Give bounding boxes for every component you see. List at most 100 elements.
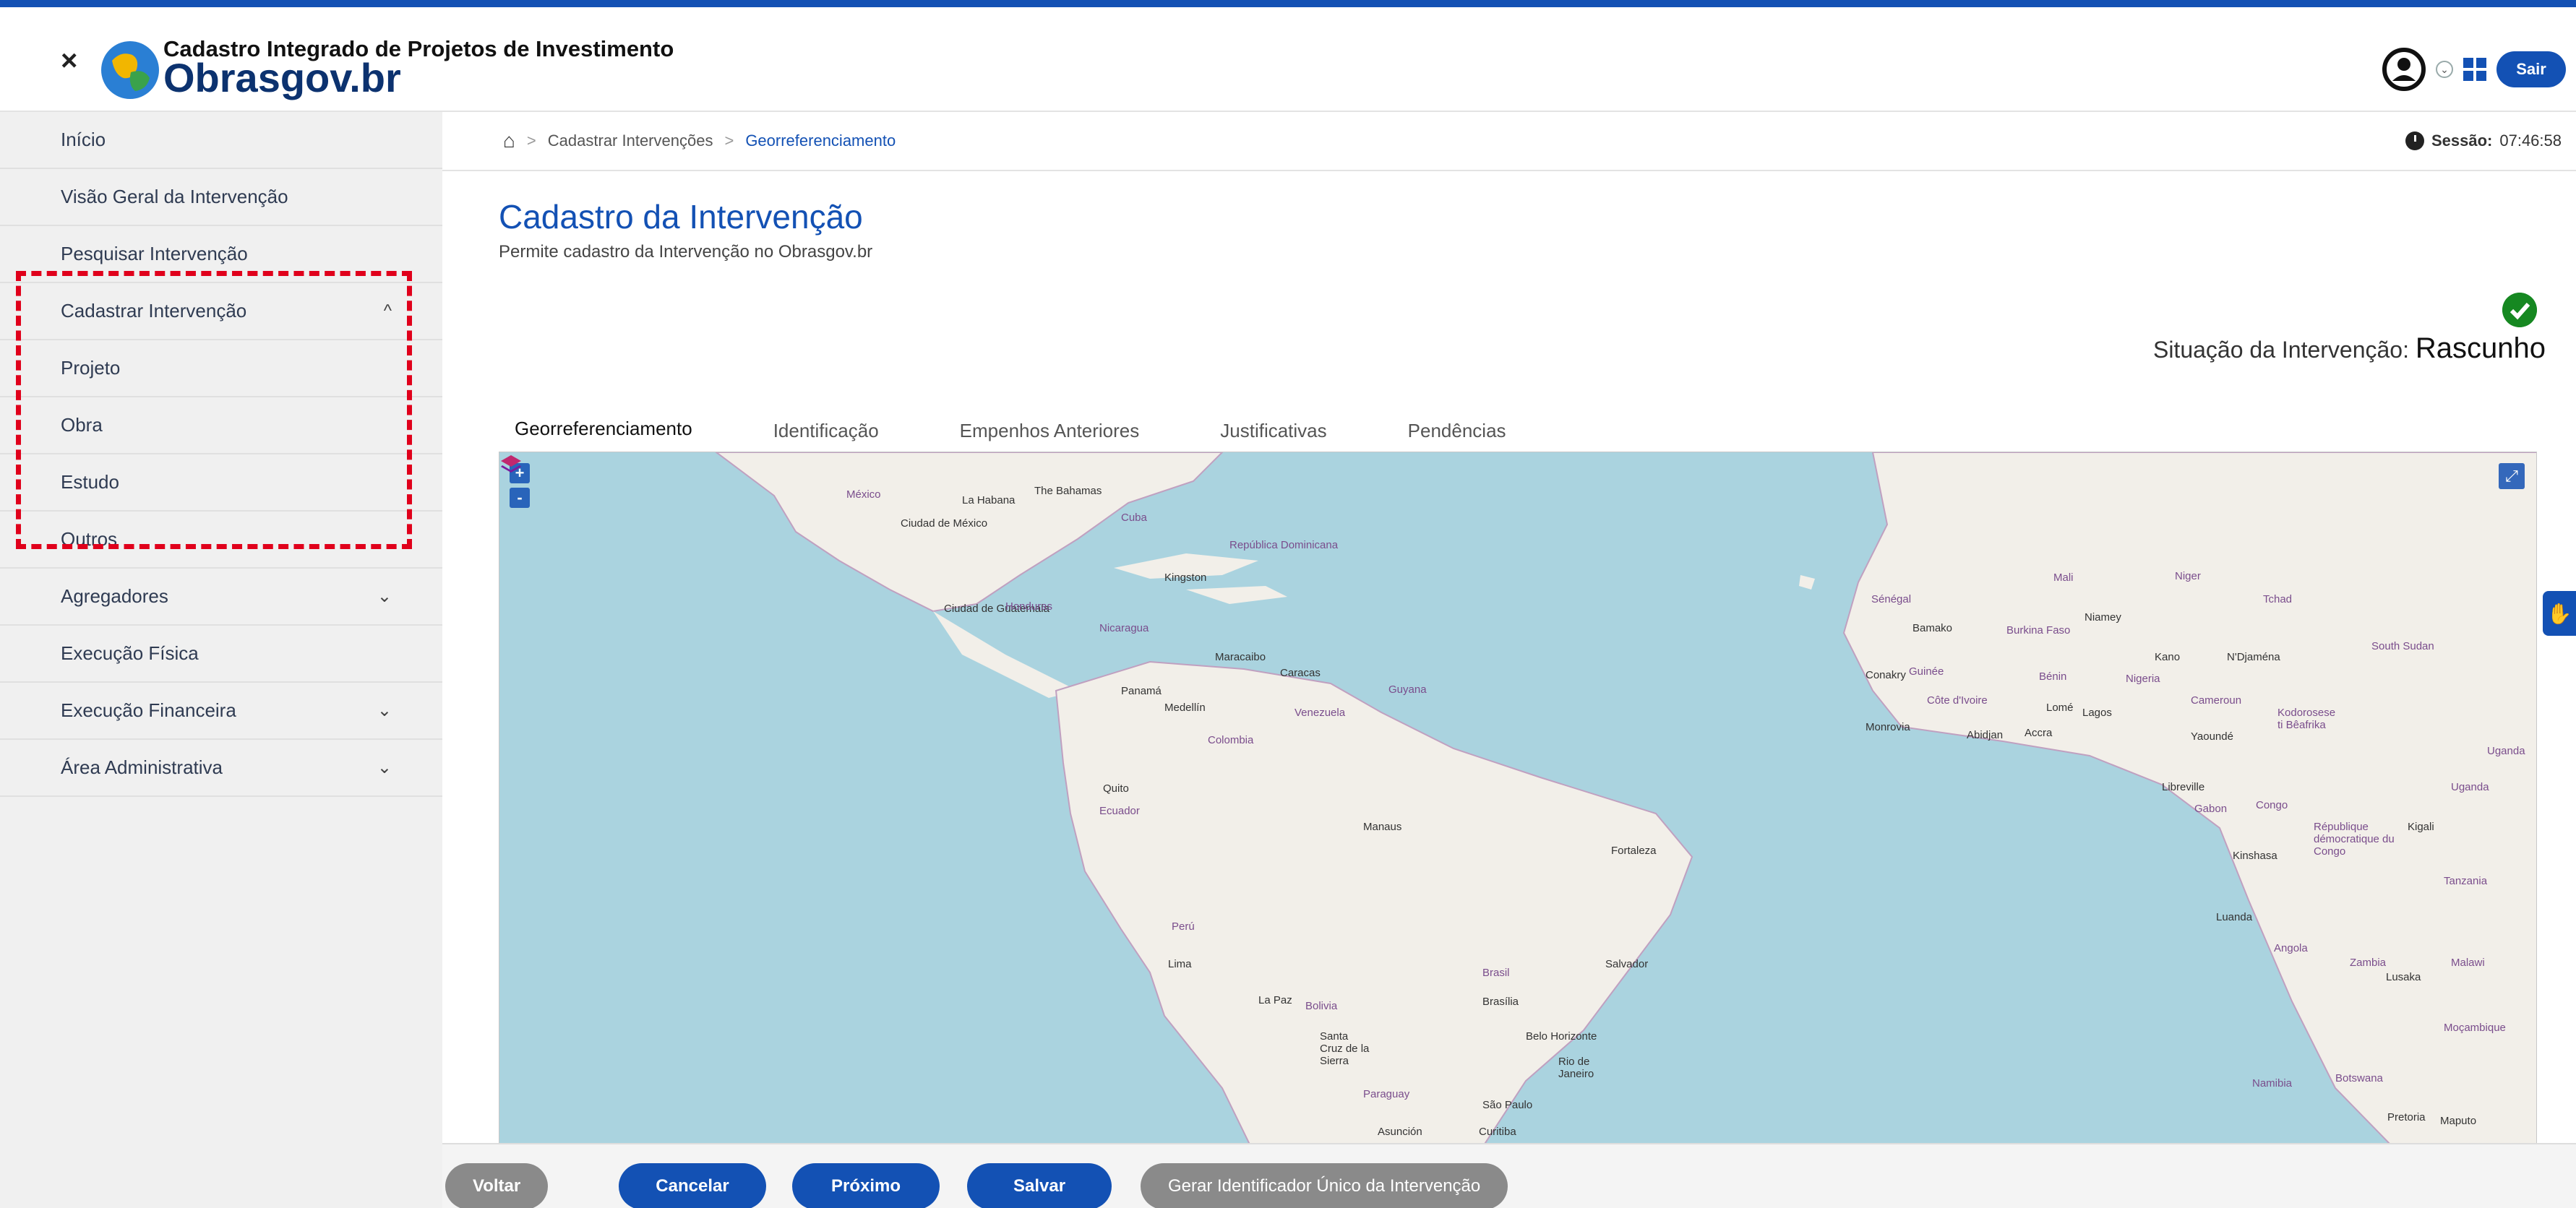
map-label: Angola <box>2274 942 2308 954</box>
sidebar-item-visao-geral[interactable]: Visão Geral da Intervenção <box>0 169 442 226</box>
layers-icon[interactable] <box>499 452 523 475</box>
sidebar-item-area-administrativa[interactable]: Área Administrativa ⌄ <box>0 740 442 797</box>
map-label: Bolivia <box>1305 1000 1338 1012</box>
sidebar-item-execucao-fisica[interactable]: Execução Física <box>0 626 442 683</box>
sidebar-item-label: Agregadores <box>61 585 168 607</box>
map-label: Uganda <box>2487 745 2525 757</box>
map-label: Bamako <box>1912 622 1953 634</box>
map-label: Guinée <box>1909 665 1944 678</box>
map-label: Curitiba <box>1479 1126 1516 1138</box>
map-label: Kano <box>2155 651 2181 663</box>
map-label: Santa Cruz de la Sierra <box>1320 1030 1370 1067</box>
next-button[interactable]: Próximo <box>792 1163 940 1208</box>
map-label: Côte d'Ivoire <box>1927 694 1988 707</box>
app-root: × Cadastro Integrado de Projetos de Inve… <box>0 0 2576 1208</box>
map-label: Brasil <box>1482 967 1510 979</box>
sidebar-item-label: Início <box>61 129 106 150</box>
app-header: × Cadastro Integrado de Projetos de Inve… <box>0 7 2576 112</box>
map-label: Mali <box>2053 571 2074 584</box>
map-label: Botswana <box>2335 1072 2383 1084</box>
map-label: Nicaragua <box>1099 622 1149 634</box>
map-label: Conakry <box>1866 669 1906 681</box>
map-label: Lima <box>1168 958 1192 970</box>
form-footer: Voltar Cancelar Próximo Salvar Gerar Ide… <box>442 1143 2576 1208</box>
map-label: Ecuador <box>1099 805 1140 817</box>
generate-id-button[interactable]: Gerar Identificador Único da Intervenção <box>1141 1163 1508 1208</box>
accessibility-hand-icon[interactable]: ✋ <box>2543 591 2576 636</box>
map-label: Belo Horizonte <box>1526 1030 1597 1043</box>
breadcrumb-separator: > <box>526 131 536 150</box>
map-label: Quito <box>1103 782 1129 795</box>
map-canvas <box>715 452 2536 1146</box>
sidebar-nav: Início Visão Geral da Intervenção Pesqui… <box>0 112 442 1208</box>
page-title: Cadastro da Intervenção <box>499 198 863 236</box>
map-label: Colombia <box>1208 734 1254 746</box>
map-label: Cameroun <box>2191 694 2242 707</box>
user-avatar-icon[interactable] <box>2382 48 2426 91</box>
sidebar-item-cadastrar[interactable]: Cadastrar Intervenção ^ <box>0 283 442 340</box>
map-label: Abidjan <box>1967 729 2004 741</box>
logout-button[interactable]: Sair <box>2496 51 2566 87</box>
map-label: South Sudan <box>2371 640 2434 652</box>
map-label: Nigeria <box>2126 673 2160 685</box>
map-label: Uganda <box>2451 781 2489 793</box>
save-button[interactable]: Salvar <box>967 1163 1112 1208</box>
sidebar-item-execucao-financeira[interactable]: Execução Financeira ⌄ <box>0 683 442 740</box>
map-label: Congo <box>2256 799 2288 811</box>
sidebar-item-inicio[interactable]: Início <box>0 112 442 169</box>
user-menu-chevron-icon[interactable]: ⌄ <box>2436 61 2453 78</box>
map-view[interactable]: + - ⤢ México La Habana The Bahamas Cuba … <box>499 452 2537 1147</box>
page-subtitle: Permite cadastro da Intervenção no Obras… <box>499 242 873 262</box>
home-icon[interactable]: ⌂ <box>503 129 515 152</box>
map-label: Bénin <box>2039 670 2067 683</box>
map-label: Panamá <box>1121 685 1162 697</box>
breadcrumb: ⌂ > Cadastrar Intervenções > Georreferen… <box>503 119 896 163</box>
map-label: Honduras <box>1005 600 1053 613</box>
map-label: São Paulo <box>1482 1099 1533 1111</box>
back-button[interactable]: Voltar <box>445 1163 549 1208</box>
map-label: Perú <box>1172 920 1195 933</box>
chevron-down-icon: ⌄ <box>377 701 392 720</box>
sidebar-subitem-obra[interactable]: Obra <box>0 397 442 454</box>
sidebar-subitem-estudo[interactable]: Estudo <box>0 454 442 512</box>
header-actions: ⌄ Sair <box>2382 48 2566 91</box>
sidebar-item-pesquisar[interactable]: Pesquisar Intervenção <box>0 226 442 283</box>
map-label: Lomé <box>2046 702 2074 714</box>
map-label: Paraguay <box>1363 1088 1410 1100</box>
status-value: Rascunho <box>2415 332 2546 364</box>
zoom-out-button[interactable]: - <box>510 488 530 508</box>
sidebar-item-label: Outros <box>61 528 118 550</box>
sidebar-item-label: Visão Geral da Intervenção <box>61 186 288 207</box>
apps-grid-icon[interactable] <box>2463 58 2486 81</box>
intervention-status: Situação da Intervenção: Rascunho <box>2153 332 2546 365</box>
map-label: Namibia <box>2252 1077 2293 1090</box>
map-label: Monrovia <box>1866 721 1910 733</box>
map-label: Yaoundé <box>2191 730 2233 743</box>
breadcrumb-item[interactable]: Cadastrar Intervenções <box>548 131 713 150</box>
sidebar-item-label: Estudo <box>61 471 119 493</box>
map-label: Lusaka <box>2386 971 2421 983</box>
map-label: Medellín <box>1164 702 1206 714</box>
check-circle-icon <box>2502 293 2537 327</box>
chevron-up-icon: ^ <box>383 301 392 321</box>
sidebar-item-label: Pesquisar Intervenção <box>61 243 248 264</box>
sidebar-item-agregadores[interactable]: Agregadores ⌄ <box>0 569 442 626</box>
close-menu-icon[interactable]: × <box>61 46 77 75</box>
map-label: Pretoria <box>2387 1111 2426 1123</box>
map-label: Kinshasa <box>2233 850 2277 862</box>
map-label: The Bahamas <box>1034 485 1102 497</box>
map-label: Burkina Faso <box>2006 624 2071 637</box>
session-time: 07:46:58 <box>2499 131 2562 150</box>
cancel-button[interactable]: Cancelar <box>619 1163 766 1208</box>
sidebar-subitem-outros[interactable]: Outros <box>0 512 442 569</box>
map-label: República Dominicana <box>1229 539 1339 551</box>
status-label: Situação da Intervenção: <box>2152 337 2409 363</box>
fullscreen-button[interactable]: ⤢ <box>2499 463 2525 489</box>
map-label: Kodorosese ti Bêafrika <box>2277 707 2336 731</box>
map-label: Malawi <box>2451 957 2485 969</box>
map-label: Venezuela <box>1295 707 1346 719</box>
sidebar-item-label: Obra <box>61 414 103 436</box>
clock-icon <box>2405 131 2424 150</box>
map-label: Guyana <box>1388 683 1427 696</box>
sidebar-subitem-projeto[interactable]: Projeto <box>0 340 442 397</box>
